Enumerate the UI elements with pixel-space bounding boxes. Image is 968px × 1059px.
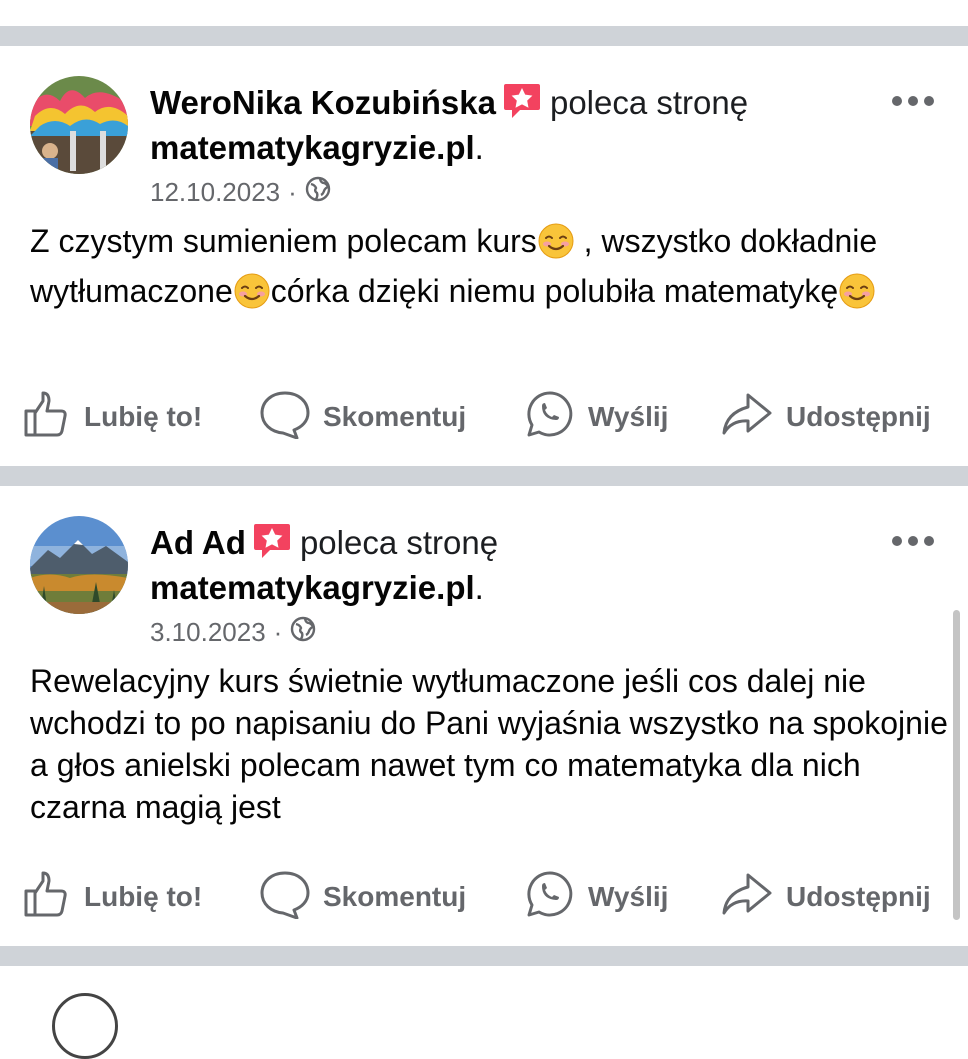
share-arrow-icon — [720, 869, 774, 926]
post-header-line: Ad Ad poleca stronę — [150, 520, 498, 569]
send-label: Wyślij — [588, 401, 669, 432]
more-options-icon[interactable] — [892, 94, 934, 108]
more-options-icon[interactable] — [892, 534, 934, 548]
post-card: Ad Ad poleca stronę matematykagryzie.pl. … — [0, 486, 968, 946]
meta-separator: · — [288, 177, 297, 207]
post-text: Rewelacyjny kurs świetnie wytłumaczone j… — [30, 663, 948, 825]
send-button[interactable]: Wyślij — [524, 867, 668, 927]
feed-divider — [0, 946, 968, 966]
meta-separator: · — [273, 617, 283, 647]
avatar[interactable] — [30, 516, 128, 614]
post-text: Z czystym sumieniem polecam kurs , wszys… — [30, 220, 950, 320]
smiling-face-emoji-icon — [233, 272, 271, 320]
post-card: WeroNika Kozubińska poleca stronę matemat… — [0, 46, 968, 466]
whatsapp-icon — [524, 389, 576, 446]
share-label: Udostępnij — [786, 401, 931, 432]
post-meta: 3.10.2023 · — [150, 616, 316, 648]
post-actions: Lubię to! Skomentuj Wyślij Udostępnij — [0, 867, 968, 927]
send-label: Wyślij — [588, 881, 669, 912]
send-button[interactable]: Wyślij — [524, 387, 668, 447]
page-line: matematykagryzie.pl. — [150, 128, 484, 168]
post-header-line: WeroNika Kozubińska poleca stronę — [150, 80, 748, 129]
post-text-part: córka dzięki niemu polubiła matematykę — [270, 273, 839, 309]
post-actions: Lubię to! Skomentuj Wyślij Udostępnij — [0, 387, 968, 447]
smiling-face-emoji-icon — [537, 222, 575, 270]
page-line: matematykagryzie.pl. — [150, 568, 484, 608]
page-suffix: . — [474, 129, 484, 166]
comment-bubble-icon — [259, 389, 311, 446]
page-suffix: . — [474, 569, 484, 606]
share-button[interactable]: Udostępnij — [720, 387, 931, 447]
recommend-icon — [252, 520, 292, 569]
recommends-text: poleca stronę — [299, 524, 499, 561]
recommends-text: poleca stronę — [549, 84, 749, 121]
comment-label: Skomentuj — [323, 881, 467, 912]
like-button[interactable]: Lubię to! — [22, 387, 202, 447]
thumbs-up-icon — [22, 869, 72, 926]
globe-icon — [290, 616, 316, 648]
comment-bubble-icon — [259, 869, 311, 926]
scrollbar[interactable] — [953, 610, 960, 920]
whatsapp-icon — [524, 869, 576, 926]
feed-divider — [0, 26, 968, 46]
avatar[interactable] — [30, 76, 128, 174]
share-button[interactable]: Udostępnij — [720, 867, 931, 927]
page-link[interactable]: matematykagryzie.pl — [150, 129, 475, 166]
share-label: Udostępnij — [786, 881, 931, 912]
comment-button[interactable]: Skomentuj — [259, 867, 466, 927]
post-text-part: Z czystym sumieniem polecam kurs — [30, 223, 537, 259]
next-post-avatar[interactable] — [52, 993, 118, 1059]
post-meta: 12.10.2023 · — [150, 176, 331, 208]
share-arrow-icon — [720, 389, 774, 446]
smiling-face-emoji-icon — [838, 272, 876, 320]
comment-label: Skomentuj — [323, 401, 467, 432]
like-label: Lubię to! — [84, 401, 203, 432]
recommend-icon — [502, 80, 542, 129]
like-label: Lubię to! — [84, 881, 203, 912]
post-date[interactable]: 3.10.2023 — [150, 617, 266, 647]
author-name[interactable]: WeroNika Kozubińska — [150, 84, 496, 121]
feed-divider — [0, 466, 968, 486]
author-name[interactable]: Ad Ad — [150, 524, 246, 561]
like-button[interactable]: Lubię to! — [22, 867, 202, 927]
globe-icon — [305, 176, 331, 208]
comment-button[interactable]: Skomentuj — [259, 387, 466, 447]
page-link[interactable]: matematykagryzie.pl — [150, 569, 475, 606]
post-date[interactable]: 12.10.2023 — [150, 177, 280, 207]
thumbs-up-icon — [22, 389, 72, 446]
